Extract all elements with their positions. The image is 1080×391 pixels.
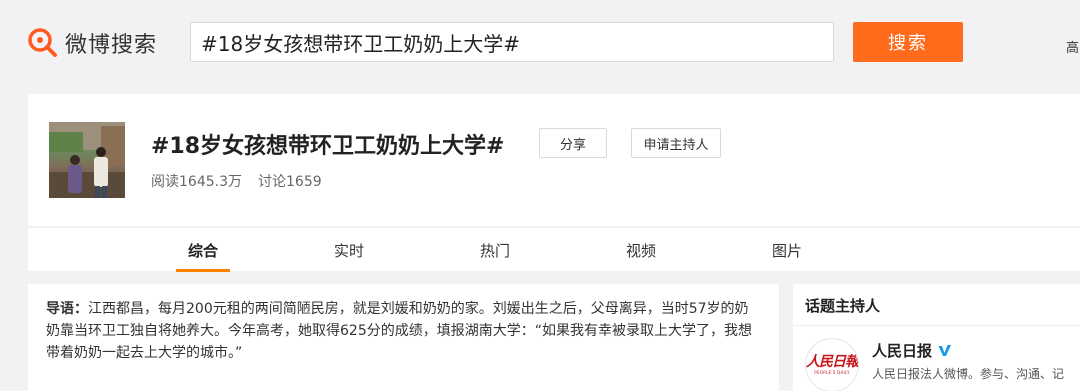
tab-realtime[interactable]: 实时 — [322, 228, 376, 272]
search-input[interactable]: #18岁女孩想带环卫工奶奶上大学# — [190, 22, 834, 62]
discussion-count: 讨论1659 — [258, 174, 322, 190]
tab-images[interactable]: 图片 — [760, 228, 814, 272]
guide-label: 导语： — [46, 301, 88, 317]
divider — [793, 325, 1080, 326]
tab-comprehensive[interactable]: 综合 — [176, 228, 230, 272]
tab-bar: 综合 实时 热门 视频 图片 — [28, 227, 1080, 272]
share-button[interactable]: 分享 — [539, 128, 607, 158]
guide-text: 江西都昌，每月200元租的两间简陋民房，就是刘媛和奶奶的家。刘媛出生之后，父母离… — [46, 301, 752, 361]
verified-v-icon — [937, 343, 952, 358]
advanced-search-link[interactable]: 高 — [1066, 37, 1079, 56]
apply-host-button[interactable]: 申请主持人 — [631, 128, 721, 158]
topic-stats: 阅读1645.3万 讨论1659 — [151, 171, 322, 191]
weibo-search-magnifier-icon — [27, 27, 59, 59]
topic-card: #18岁女孩想带环卫工奶奶上大学# 分享 申请主持人 阅读1645.3万 讨论1… — [28, 94, 1080, 226]
search-input-value: #18岁女孩想带环卫工奶奶上大学# — [201, 31, 520, 56]
header-bar: 微博搜索 #18岁女孩想带环卫工奶奶上大学# 搜索 高 — [0, 0, 1080, 84]
host-avatar-logo-text: 人民日報 — [806, 354, 858, 370]
read-count: 阅读1645.3万 — [151, 174, 242, 190]
weibo-search-logo[interactable]: 微博搜索 — [27, 27, 157, 59]
topic-title: #18岁女孩想带环卫工奶奶上大学# — [151, 134, 505, 159]
tab-hot[interactable]: 热门 — [468, 228, 522, 272]
logo-text: 微博搜索 — [65, 33, 158, 58]
tab-video[interactable]: 视频 — [614, 228, 668, 272]
guide-paragraph: 导语：江西都昌，每月200元租的两间简陋民房，就是刘媛和奶奶的家。刘媛出生之后，… — [46, 298, 761, 364]
topic-guide: 导语：江西都昌，每月200元租的两间简陋民房，就是刘媛和奶奶的家。刘媛出生之后，… — [28, 284, 779, 391]
search-button[interactable]: 搜索 — [853, 22, 963, 62]
topic-host-title: 话题主持人 — [805, 297, 881, 315]
topic-thumbnail[interactable] — [49, 122, 125, 198]
active-tab-indicator — [176, 269, 230, 272]
host-name-row: 人民日报 — [872, 340, 952, 361]
host-avatar[interactable]: 人民日報 PEOPLE'S DAILY — [805, 338, 859, 391]
host-name-link[interactable]: 人民日报 — [872, 340, 932, 361]
host-avatar-logo-subtext: PEOPLE'S DAILY — [814, 370, 850, 375]
topic-host-panel: 话题主持人 人民日報 PEOPLE'S DAILY 人民日报 人民日报法人微博。… — [793, 284, 1080, 391]
host-description: 人民日报法人微博。参与、沟通、记 — [872, 367, 1065, 381]
